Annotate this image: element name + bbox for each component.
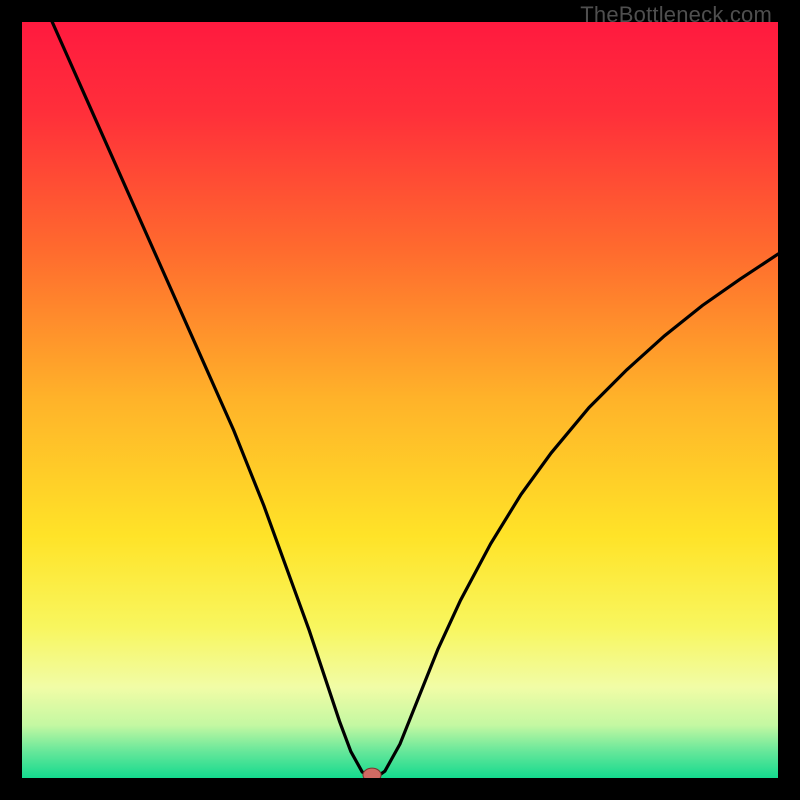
minimum-marker xyxy=(363,768,381,778)
bottleneck-chart xyxy=(22,22,778,778)
watermark-text: TheBottleneck.com xyxy=(580,2,772,28)
chart-frame xyxy=(22,22,778,778)
gradient-background xyxy=(22,22,778,778)
